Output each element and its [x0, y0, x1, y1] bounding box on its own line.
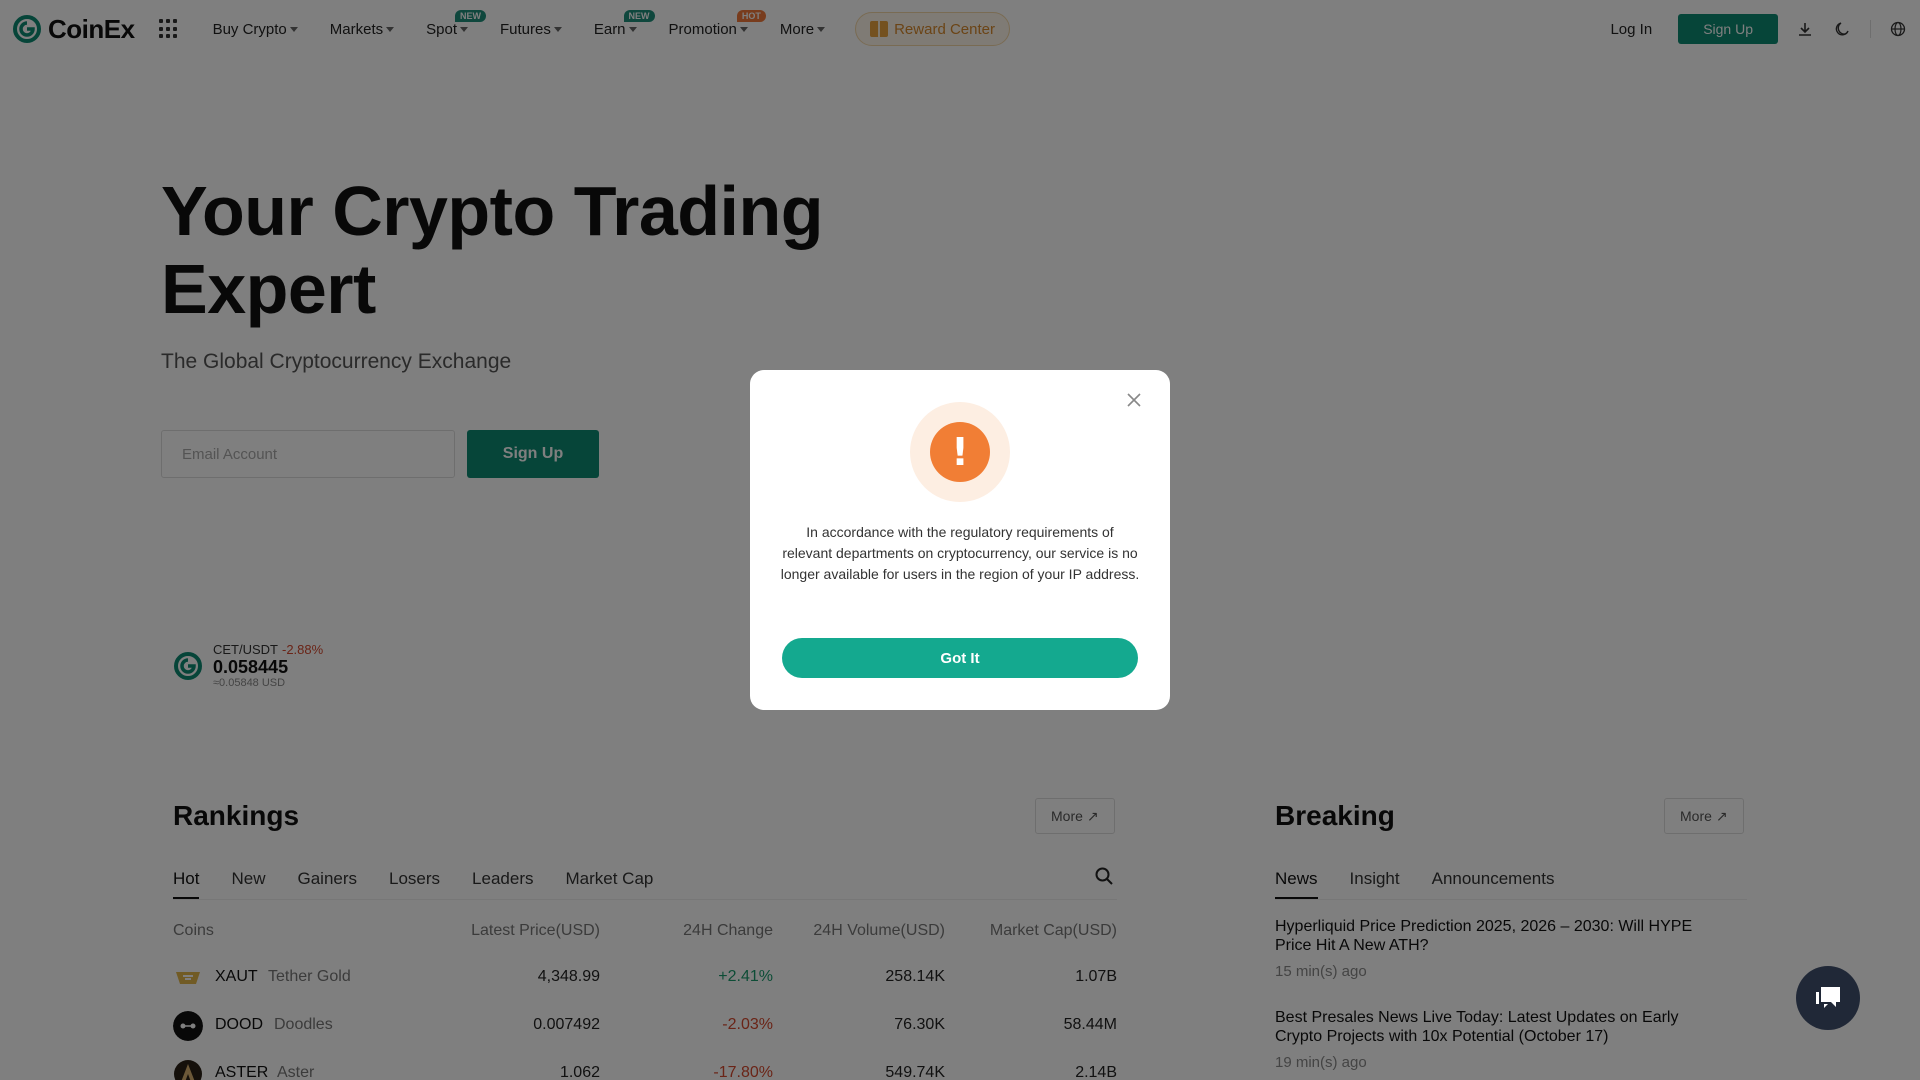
- warning-icon: !: [930, 422, 990, 482]
- warning-icon-ring: !: [910, 402, 1010, 502]
- got-it-button[interactable]: Got It: [782, 638, 1138, 678]
- chat-support-button[interactable]: [1796, 966, 1860, 1030]
- modal-message: In accordance with the regulatory requir…: [780, 524, 1140, 582]
- close-icon[interactable]: [1124, 390, 1144, 410]
- chat-icon: [1816, 987, 1840, 1008]
- region-restriction-dialog: ! In accordance with the regulatory requ…: [750, 370, 1170, 710]
